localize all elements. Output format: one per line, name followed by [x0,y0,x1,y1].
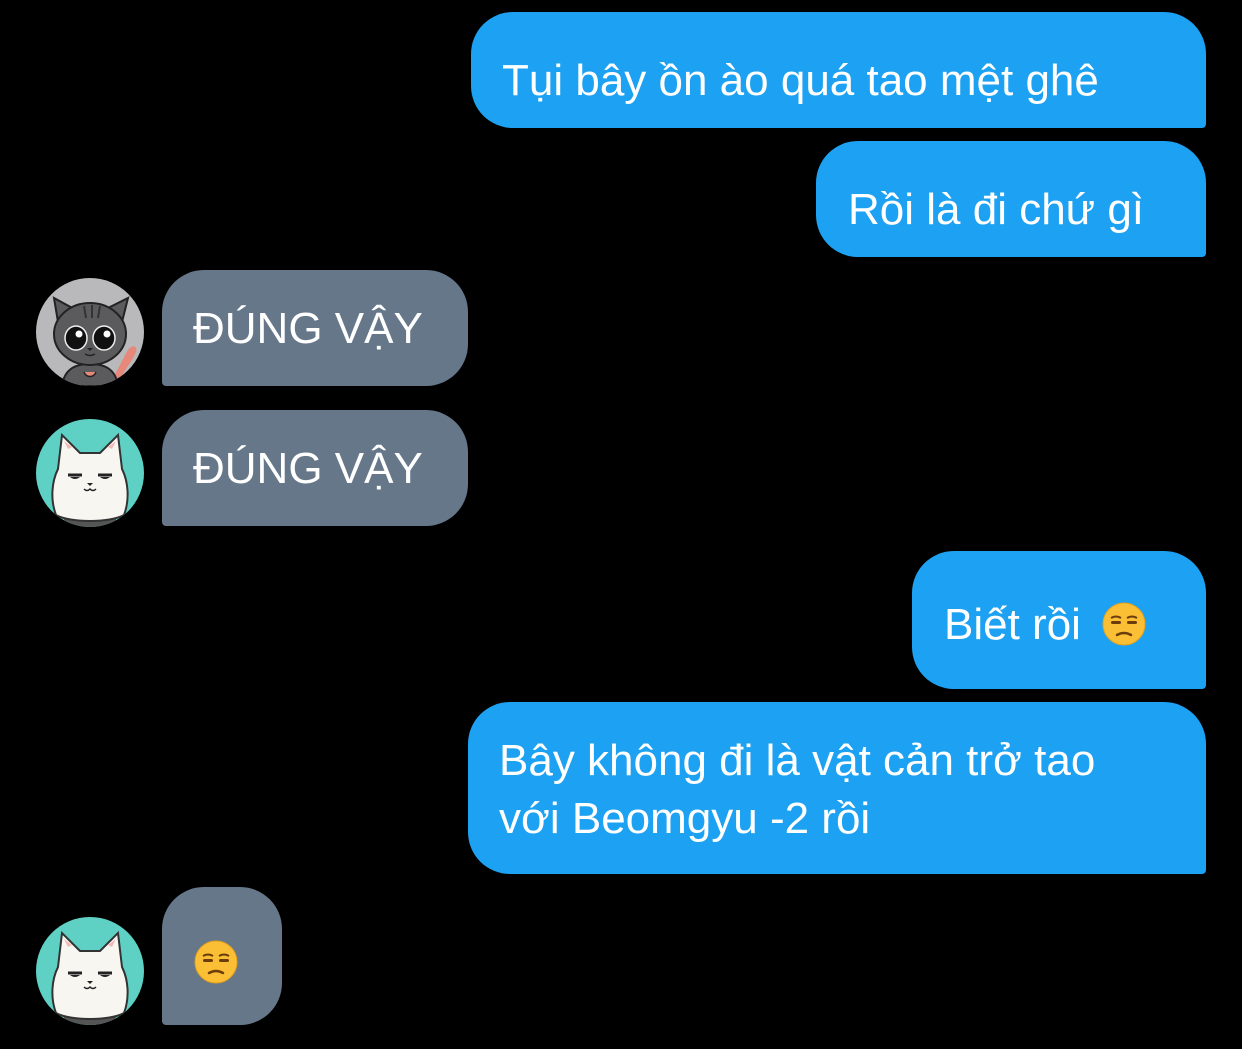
white-cat-icon [36,917,144,1025]
unamused-face-emoji [194,940,238,984]
white-cat-avatar[interactable] [36,419,144,527]
message-text: ĐÚNG VẬY [193,304,423,353]
message-text: Biết rồi [944,600,1081,649]
message-text: ĐÚNG VẬY [193,444,423,493]
gray-cat-avatar[interactable] [36,278,144,386]
gray-cat-icon [36,278,144,386]
message-bubble-outgoing[interactable]: Tụi bây ồn ào quá tao mệt ghê [471,12,1206,128]
message-text: Tụi bây ồn ào quá tao mệt ghê [502,56,1099,105]
message-bubble-incoming[interactable]: ĐÚNG VẬY [162,270,468,386]
message-bubble-outgoing[interactable]: Bây không đi là vật cản trở tao với Beom… [468,702,1206,874]
message-bubble-incoming[interactable]: ĐÚNG VẬY [162,410,468,526]
white-cat-icon [36,419,144,527]
message-text: Rồi là đi chứ gì [848,185,1145,234]
message-bubble-incoming[interactable] [162,887,282,1025]
message-text: Bây không đi là vật cản trở tao với Beom… [499,736,1096,843]
message-bubble-outgoing[interactable]: Rồi là đi chứ gì [816,141,1206,257]
white-cat-avatar[interactable] [36,917,144,1025]
message-bubble-outgoing[interactable]: Biết rồi [912,551,1206,689]
unamused-face-emoji [1102,602,1146,646]
